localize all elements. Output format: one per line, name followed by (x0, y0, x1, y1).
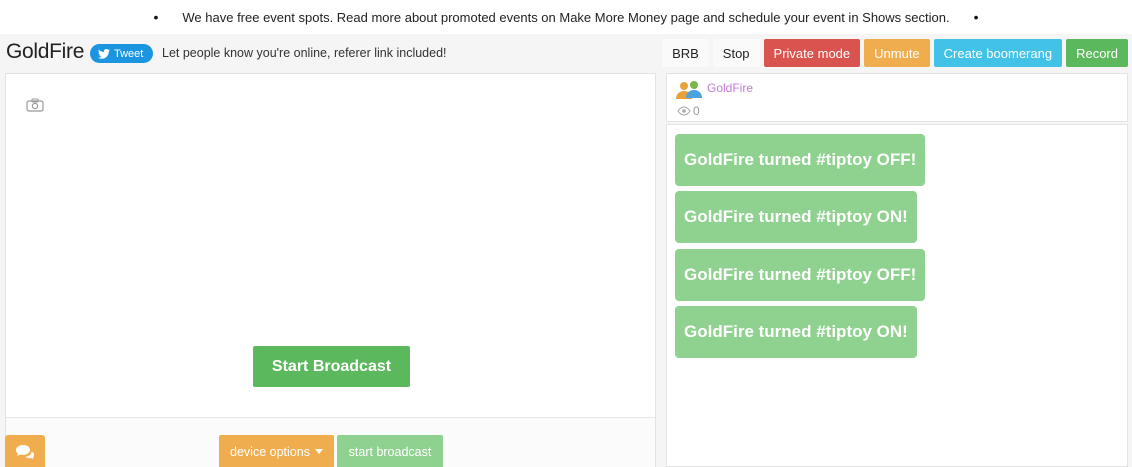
viewer-count: 0 (693, 104, 700, 118)
chat-message: GoldFire turned #tiptoy ON! (675, 306, 917, 358)
video-footer: device options start broadcast (5, 417, 655, 467)
notice-bullet-left: • (153, 9, 159, 25)
notice-bullet-right: • (973, 9, 979, 25)
chat-message: GoldFire turned #tiptoy ON! (675, 191, 917, 243)
chat-message: GoldFire turned #tiptoy OFF! (675, 134, 926, 186)
eye-icon (677, 106, 691, 116)
page-title: GoldFire (6, 40, 85, 63)
create-boomerang-button[interactable]: Create boomerang (933, 39, 1063, 67)
user-name-link[interactable]: GoldFire (707, 81, 753, 95)
camera-icon[interactable] (26, 98, 44, 112)
chat-message: GoldFire turned #tiptoy OFF! (675, 249, 926, 301)
device-options-label: device options (230, 444, 310, 459)
chat-panel: GoldFire turned #tiptoy OFF! GoldFire tu… (666, 124, 1128, 467)
private-mode-button[interactable]: Private mode (763, 39, 861, 67)
brb-button[interactable]: BRB (662, 39, 709, 67)
unmute-button[interactable]: Unmute (864, 39, 930, 67)
record-button[interactable]: Record (1066, 39, 1128, 67)
video-panel: Start Broadcast device options start bro… (5, 73, 656, 467)
chat-icon (16, 444, 34, 459)
twitter-bird-icon (98, 48, 110, 59)
stop-button[interactable]: Stop (712, 39, 760, 67)
device-options-button[interactable]: device options (219, 435, 334, 467)
toolbar: BRB Stop Private mode Unmute Create boom… (662, 39, 1128, 67)
user-info-panel: GoldFire 0 (666, 73, 1128, 122)
start-broadcast-small-button[interactable]: start broadcast (337, 435, 443, 467)
tweet-button[interactable]: Tweet (90, 44, 154, 63)
users-icon (676, 81, 702, 99)
header: GoldFire Tweet Let people know you're on… (0, 34, 1132, 72)
notice-bar: • We have free event spots. Read more ab… (0, 0, 1132, 34)
start-broadcast-button[interactable]: Start Broadcast (253, 346, 410, 387)
notice-text[interactable]: We have free event spots. Read more abou… (182, 10, 949, 25)
caret-down-icon (314, 449, 323, 454)
share-text: Let people know you're online, referer l… (162, 46, 447, 60)
chat-toggle-button[interactable] (5, 435, 45, 467)
tweet-label: Tweet (114, 47, 144, 60)
broadcast-page: • We have free event spots. Read more ab… (0, 0, 1132, 467)
